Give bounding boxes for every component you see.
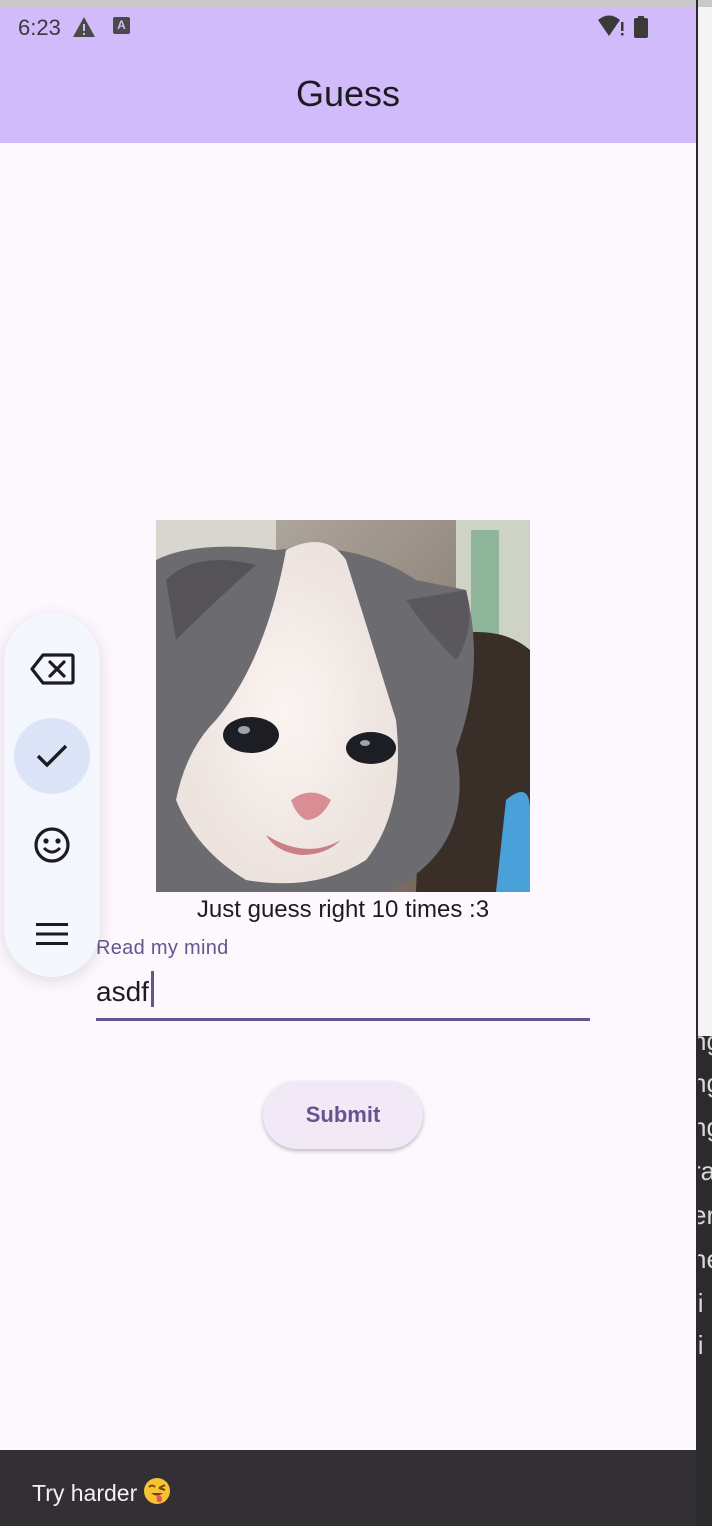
- side-panel-fragment: li: [698, 1288, 704, 1318]
- side-panel-fragment: li: [698, 1330, 704, 1360]
- status-time: 6:23: [18, 15, 61, 40]
- wifi-alert-icon: [598, 15, 624, 36]
- battery-icon: [634, 16, 648, 38]
- text-caret: [150, 971, 154, 1007]
- guess-field-label: Read my mind: [96, 937, 229, 959]
- check-icon: [36, 744, 68, 768]
- side-panel-fragment: ng: [698, 1068, 712, 1098]
- snackbar-text: Try harder: [32, 1480, 138, 1506]
- hint-caption: Just guess right 10 times :3: [196, 896, 490, 923]
- tongue-wink-emoji-icon: [143, 1477, 171, 1511]
- backspace-icon: [30, 653, 75, 685]
- side-panel-fragment: ng: [698, 1112, 712, 1142]
- side-panel-top: [698, 7, 712, 1036]
- emoji-icon: [34, 827, 70, 863]
- submit-button[interactable]: Submit: [263, 1081, 423, 1149]
- snackbar: Try harder: [0, 1450, 696, 1526]
- floating-toolbar: [4, 613, 100, 977]
- guess-input-value: asdf: [96, 976, 149, 1007]
- side-panel-fragment: ra: [698, 1156, 712, 1186]
- confirm-button[interactable]: [14, 718, 90, 794]
- app-bar: 6:23 A Guess: [0, 7, 696, 143]
- side-panel-fragment: ne: [698, 1244, 712, 1274]
- page-title: Guess: [295, 73, 401, 114]
- side-panel-fragment: ng: [698, 1036, 712, 1056]
- backspace-button[interactable]: [14, 631, 90, 707]
- phone-screen: 6:23 A Guess Just guess right 10 times:…: [0, 7, 696, 1526]
- emoji-button[interactable]: [14, 807, 90, 883]
- guess-input-underline: [96, 1018, 590, 1021]
- keyboard-badge-icon: A: [113, 17, 130, 34]
- side-panel-fragment: er: [698, 1200, 712, 1230]
- kitten-image: [156, 520, 530, 892]
- menu-button[interactable]: [14, 896, 90, 972]
- window-top-strip: [0, 0, 712, 7]
- guess-input[interactable]: asdf: [96, 971, 154, 1008]
- snackbar-message: Try harder: [32, 1477, 171, 1511]
- side-panel-log: ng ng ng ra er ne li li: [698, 1036, 712, 1526]
- warning-icon: [73, 17, 95, 37]
- menu-icon: [36, 923, 68, 945]
